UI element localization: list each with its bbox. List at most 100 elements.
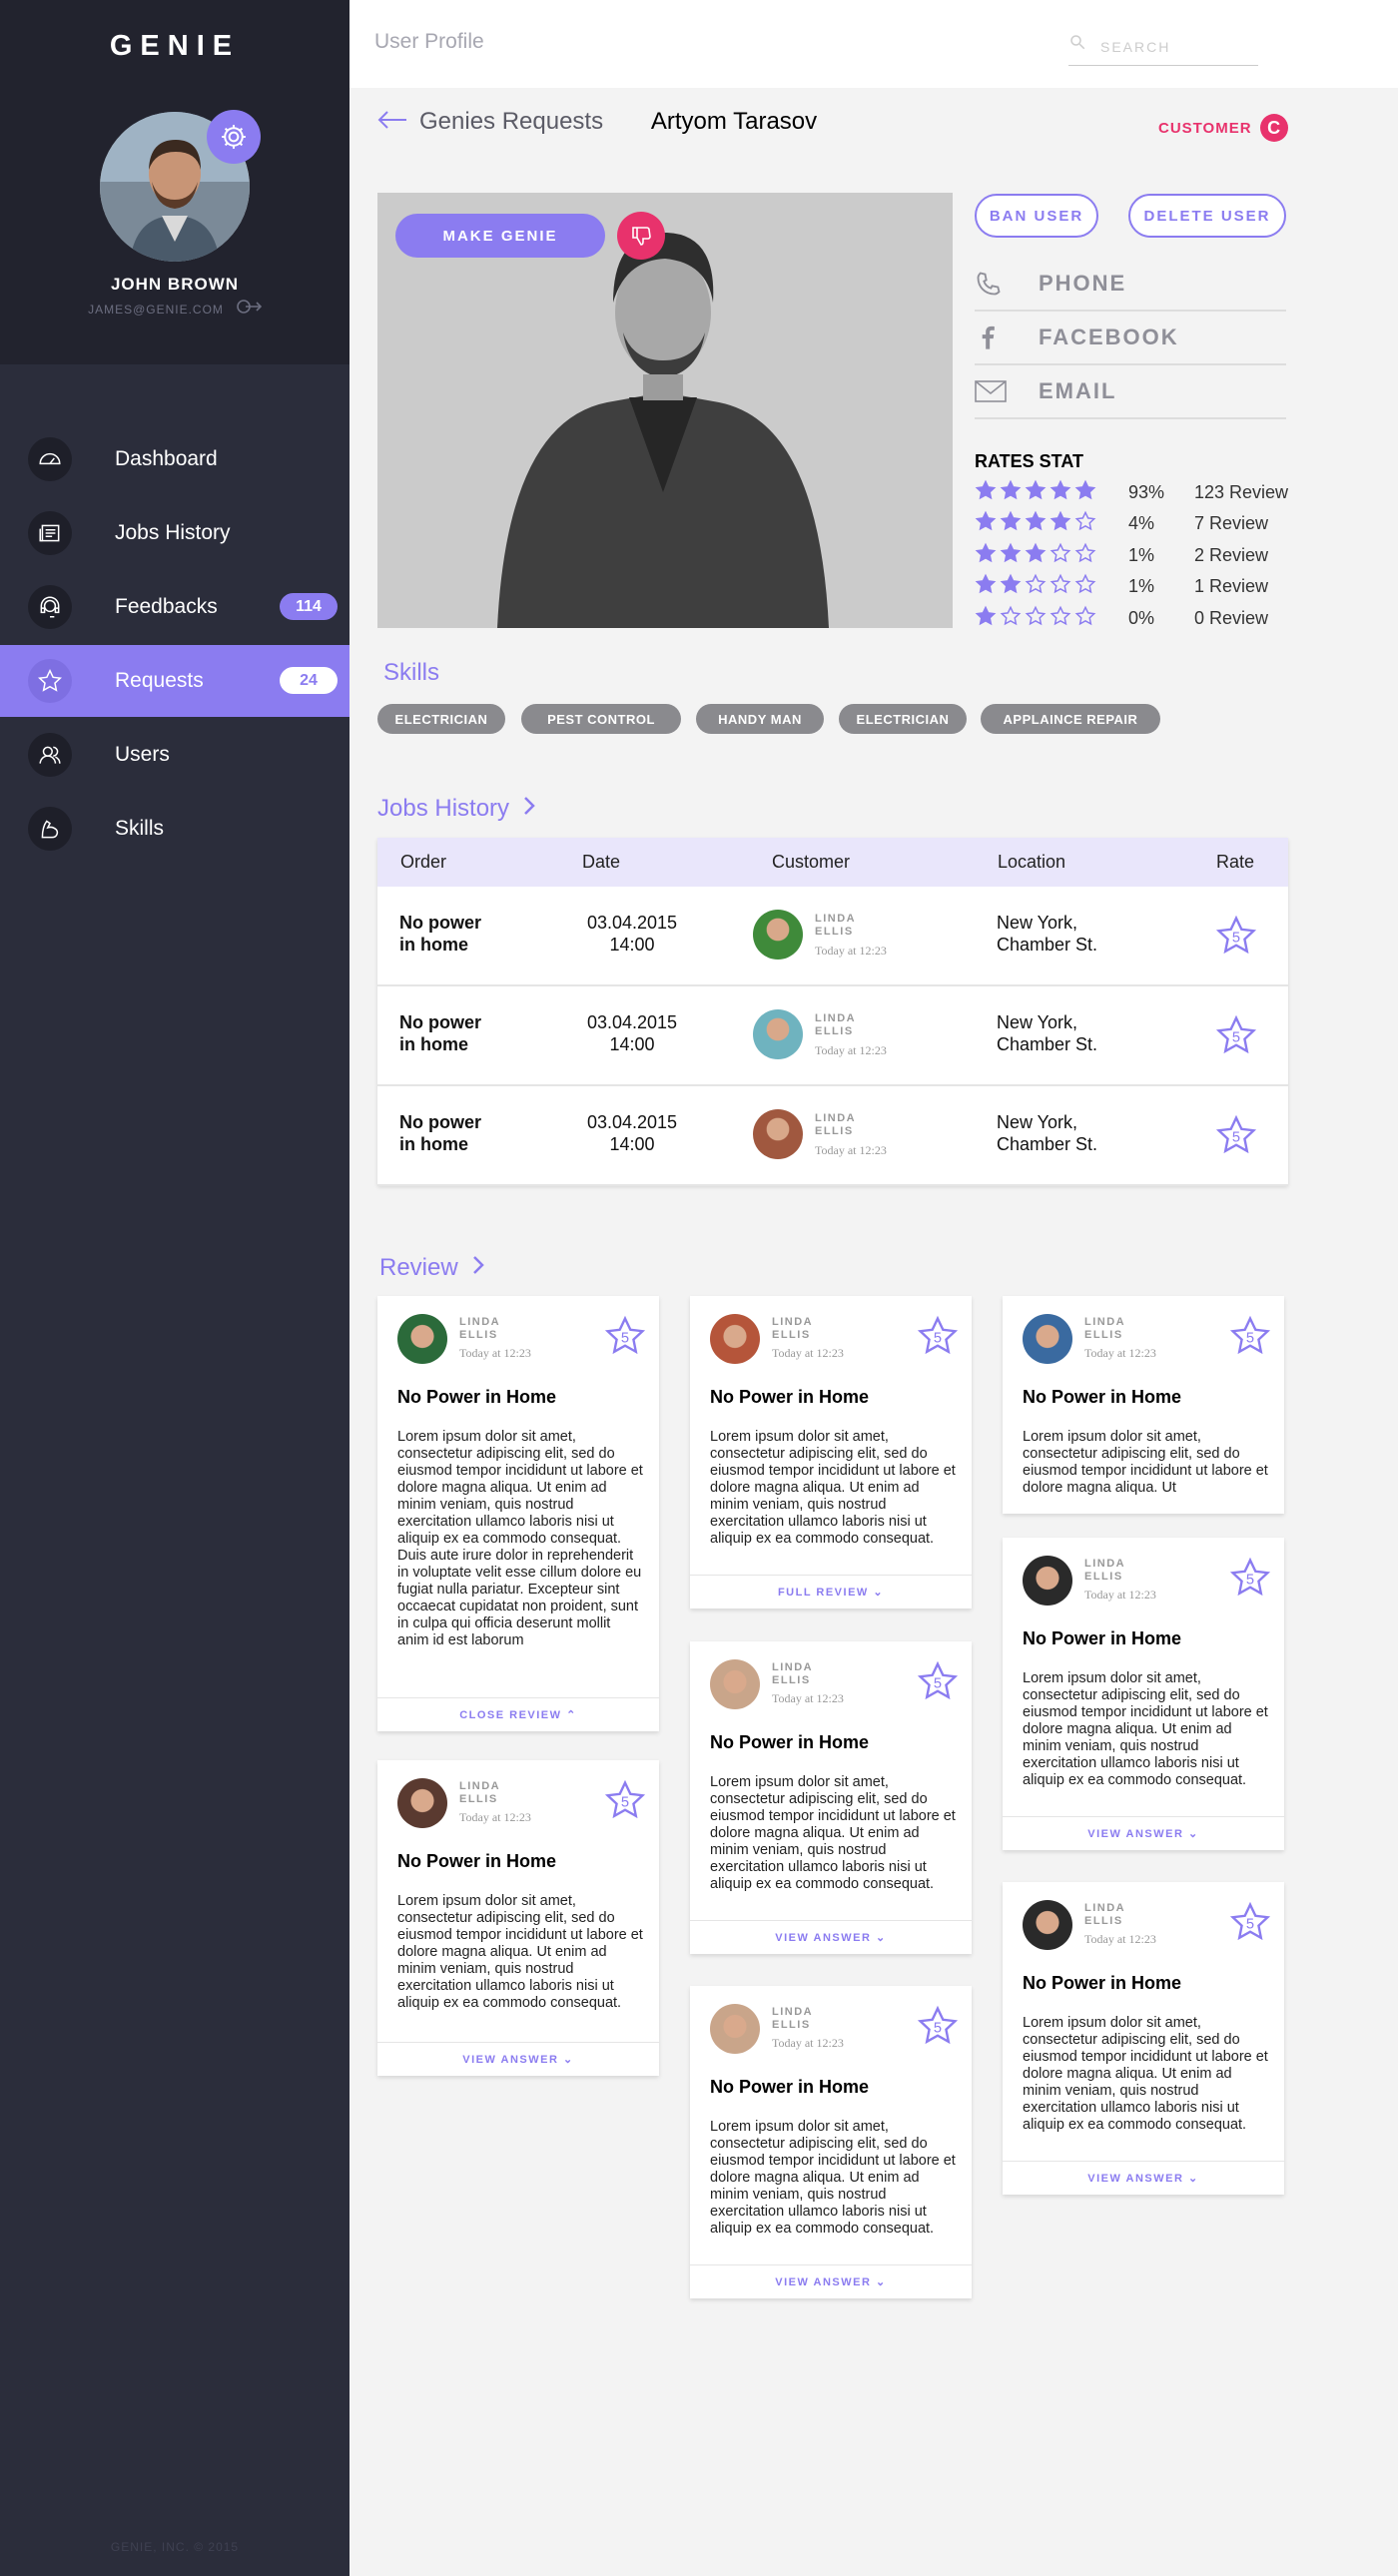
rate-value: 5 (1246, 1572, 1254, 1588)
skill-tag[interactable]: HANDY MAN (696, 704, 824, 734)
avatar[interactable] (1023, 1556, 1072, 1606)
review-card: LINDA ELLIS Today at 12:23 5 No Power in … (1003, 1882, 1284, 2195)
avatar[interactable] (710, 2004, 760, 2054)
table-row[interactable]: No power in home 03.04.2015 14:00 LINDA ELL… (377, 1086, 1288, 1186)
sidebar-item-feedbacks[interactable]: Feedbacks 114 (0, 571, 350, 643)
rate-star-icon: 5 (603, 1314, 647, 1363)
order-text: No power (399, 1112, 482, 1132)
skill-tag[interactable]: PEST CONTROL (521, 704, 681, 734)
star-icon (28, 659, 72, 703)
rate-stars (975, 510, 1128, 537)
skill-tag[interactable]: APPLAINCE REPAIR (981, 704, 1160, 734)
order-text: No power (399, 1012, 482, 1032)
sidebar-item-skills[interactable]: Skills (0, 793, 350, 865)
phone-icon (975, 270, 1015, 298)
profile-name: Artyom Tarasov (650, 108, 818, 135)
column-header: Rate (1216, 852, 1255, 872)
rate-star-icon[interactable]: 5 (1214, 914, 1258, 963)
users-icon (28, 733, 72, 777)
contact-email[interactable]: EMAIL (975, 365, 1286, 419)
page-title: User Profile (374, 30, 484, 53)
rate-stars (975, 605, 1128, 632)
location-cell: New York, Chamber St. (997, 1111, 1097, 1155)
rate-star-icon: 5 (1228, 1556, 1272, 1605)
rate-row: 4% 7 Review (975, 511, 1268, 537)
rate-value: 5 (621, 1330, 629, 1346)
review-toggle-button[interactable]: VIEW ANSWER ⌄ (377, 2042, 659, 2076)
customer-last-name: ELLIS (815, 926, 854, 938)
logout-icon[interactable] (232, 299, 263, 320)
review-body: Lorem ipsum dolor sit amet, consectetur … (1023, 1670, 1268, 1788)
order-cell: No power in home (399, 1111, 481, 1155)
review-body: Lorem ipsum dolor sit amet, consectetur … (710, 2119, 956, 2237)
review-body: Lorem ipsum dolor sit amet, consectetur … (1023, 2015, 1268, 2133)
sidebar-item-jobs-history[interactable]: Jobs History (0, 497, 350, 569)
profile-photo (377, 193, 953, 628)
review-toggle-button[interactable]: CLOSE REVIEW ⌃ (377, 1697, 659, 1731)
jobs-heading[interactable]: Jobs History (377, 795, 535, 823)
skill-tag[interactable]: ELECTRICIAN (839, 704, 967, 734)
sidebar-item-users[interactable]: Users (0, 719, 350, 791)
delete-user-button[interactable]: DELETE USER (1128, 194, 1286, 238)
avatar[interactable] (397, 1314, 447, 1364)
table-row[interactable]: No power in home 03.04.2015 14:00 LINDA ELL… (377, 986, 1288, 1086)
rate-value: 5 (934, 1330, 942, 1346)
sidebar-item-label: Skills (115, 817, 165, 840)
rate-count: 0 Review (1194, 607, 1269, 628)
search-input[interactable] (1068, 28, 1258, 66)
sidebar-item-dashboard[interactable]: Dashboard (0, 423, 350, 495)
thumbs-down-icon[interactable] (617, 212, 665, 260)
rate-count: 2 Review (1194, 544, 1269, 565)
copyright: GENIE, INC. © 2015 (110, 2540, 240, 2554)
reviewer-last-name: ELLIS (772, 1329, 811, 1341)
avatar[interactable] (753, 910, 803, 960)
location-cell: New York, Chamber St. (997, 912, 1097, 956)
skill-tag[interactable]: ELECTRICIAN (377, 704, 505, 734)
order-text: in home (399, 935, 469, 955)
rate-count: 1 Review (1194, 576, 1269, 596)
customer-first-name: LINDA (815, 1112, 857, 1124)
reviewer-last-name: ELLIS (1084, 1571, 1123, 1583)
location-text: Chamber St. (997, 935, 1098, 955)
table-row[interactable]: No power in home 03.04.2015 14:00 LINDA ELL… (377, 887, 1288, 986)
rate-stars (975, 479, 1128, 506)
customer-time: Today at 12:23 (815, 944, 887, 958)
user-name: JOHN BROWN (110, 275, 240, 294)
star-filled-icon (1074, 479, 1096, 506)
ban-user-button[interactable]: BAN USER (975, 194, 1098, 238)
avatar[interactable] (1023, 1900, 1072, 1950)
date-text: 03.04.2015 (586, 1112, 678, 1132)
avatar[interactable] (397, 1778, 447, 1828)
rate-star-icon[interactable]: 5 (1214, 1013, 1258, 1062)
review-title: No Power in Home (1023, 1973, 1182, 1993)
rate-value: 5 (621, 1794, 629, 1810)
avatar[interactable] (753, 1009, 803, 1059)
sidebar-item-label: Jobs History (115, 521, 231, 544)
review-toggle-button[interactable]: VIEW ANSWER ⌄ (1003, 2161, 1284, 2195)
review-title: No Power in Home (397, 1387, 557, 1407)
avatar[interactable] (710, 1314, 760, 1364)
review-toggle-button[interactable]: VIEW ANSWER ⌄ (690, 1920, 972, 1954)
chevron-right-icon (523, 795, 535, 823)
contact-label: EMAIL (1039, 378, 1117, 403)
reviewer-last-name: ELLIS (772, 2019, 811, 2031)
contact-phone[interactable]: PHONE (975, 258, 1286, 312)
review-toggle-button[interactable]: FULL REVIEW ⌄ (690, 1575, 972, 1609)
sidebar-item-requests[interactable]: Requests 24 (0, 645, 350, 717)
make-genie-button[interactable]: MAKE GENIE (395, 214, 605, 258)
review-toggle-button[interactable]: VIEW ANSWER ⌄ (690, 2264, 972, 2298)
review-card: LINDA ELLIS Today at 12:23 5 No Power in … (690, 1986, 972, 2298)
reviewer-first-name: LINDA (1084, 1316, 1126, 1328)
star-outline-icon (1074, 542, 1096, 569)
review-time: Today at 12:23 (772, 1691, 844, 1705)
contact-facebook[interactable]: FACEBOOK (975, 312, 1286, 365)
avatar[interactable] (710, 1659, 760, 1709)
reviewer-first-name: LINDA (1084, 1558, 1126, 1570)
avatar[interactable] (753, 1109, 803, 1159)
review-title: No Power in Home (710, 2077, 870, 2097)
rate-star-icon[interactable]: 5 (1214, 1113, 1258, 1162)
review-toggle-button[interactable]: VIEW ANSWER ⌄ (1003, 1816, 1284, 1850)
avatar[interactable] (1023, 1314, 1072, 1364)
review-card: LINDA ELLIS Today at 12:23 5 No Power in … (377, 1296, 659, 1731)
review-heading[interactable]: Review (379, 1254, 484, 1282)
